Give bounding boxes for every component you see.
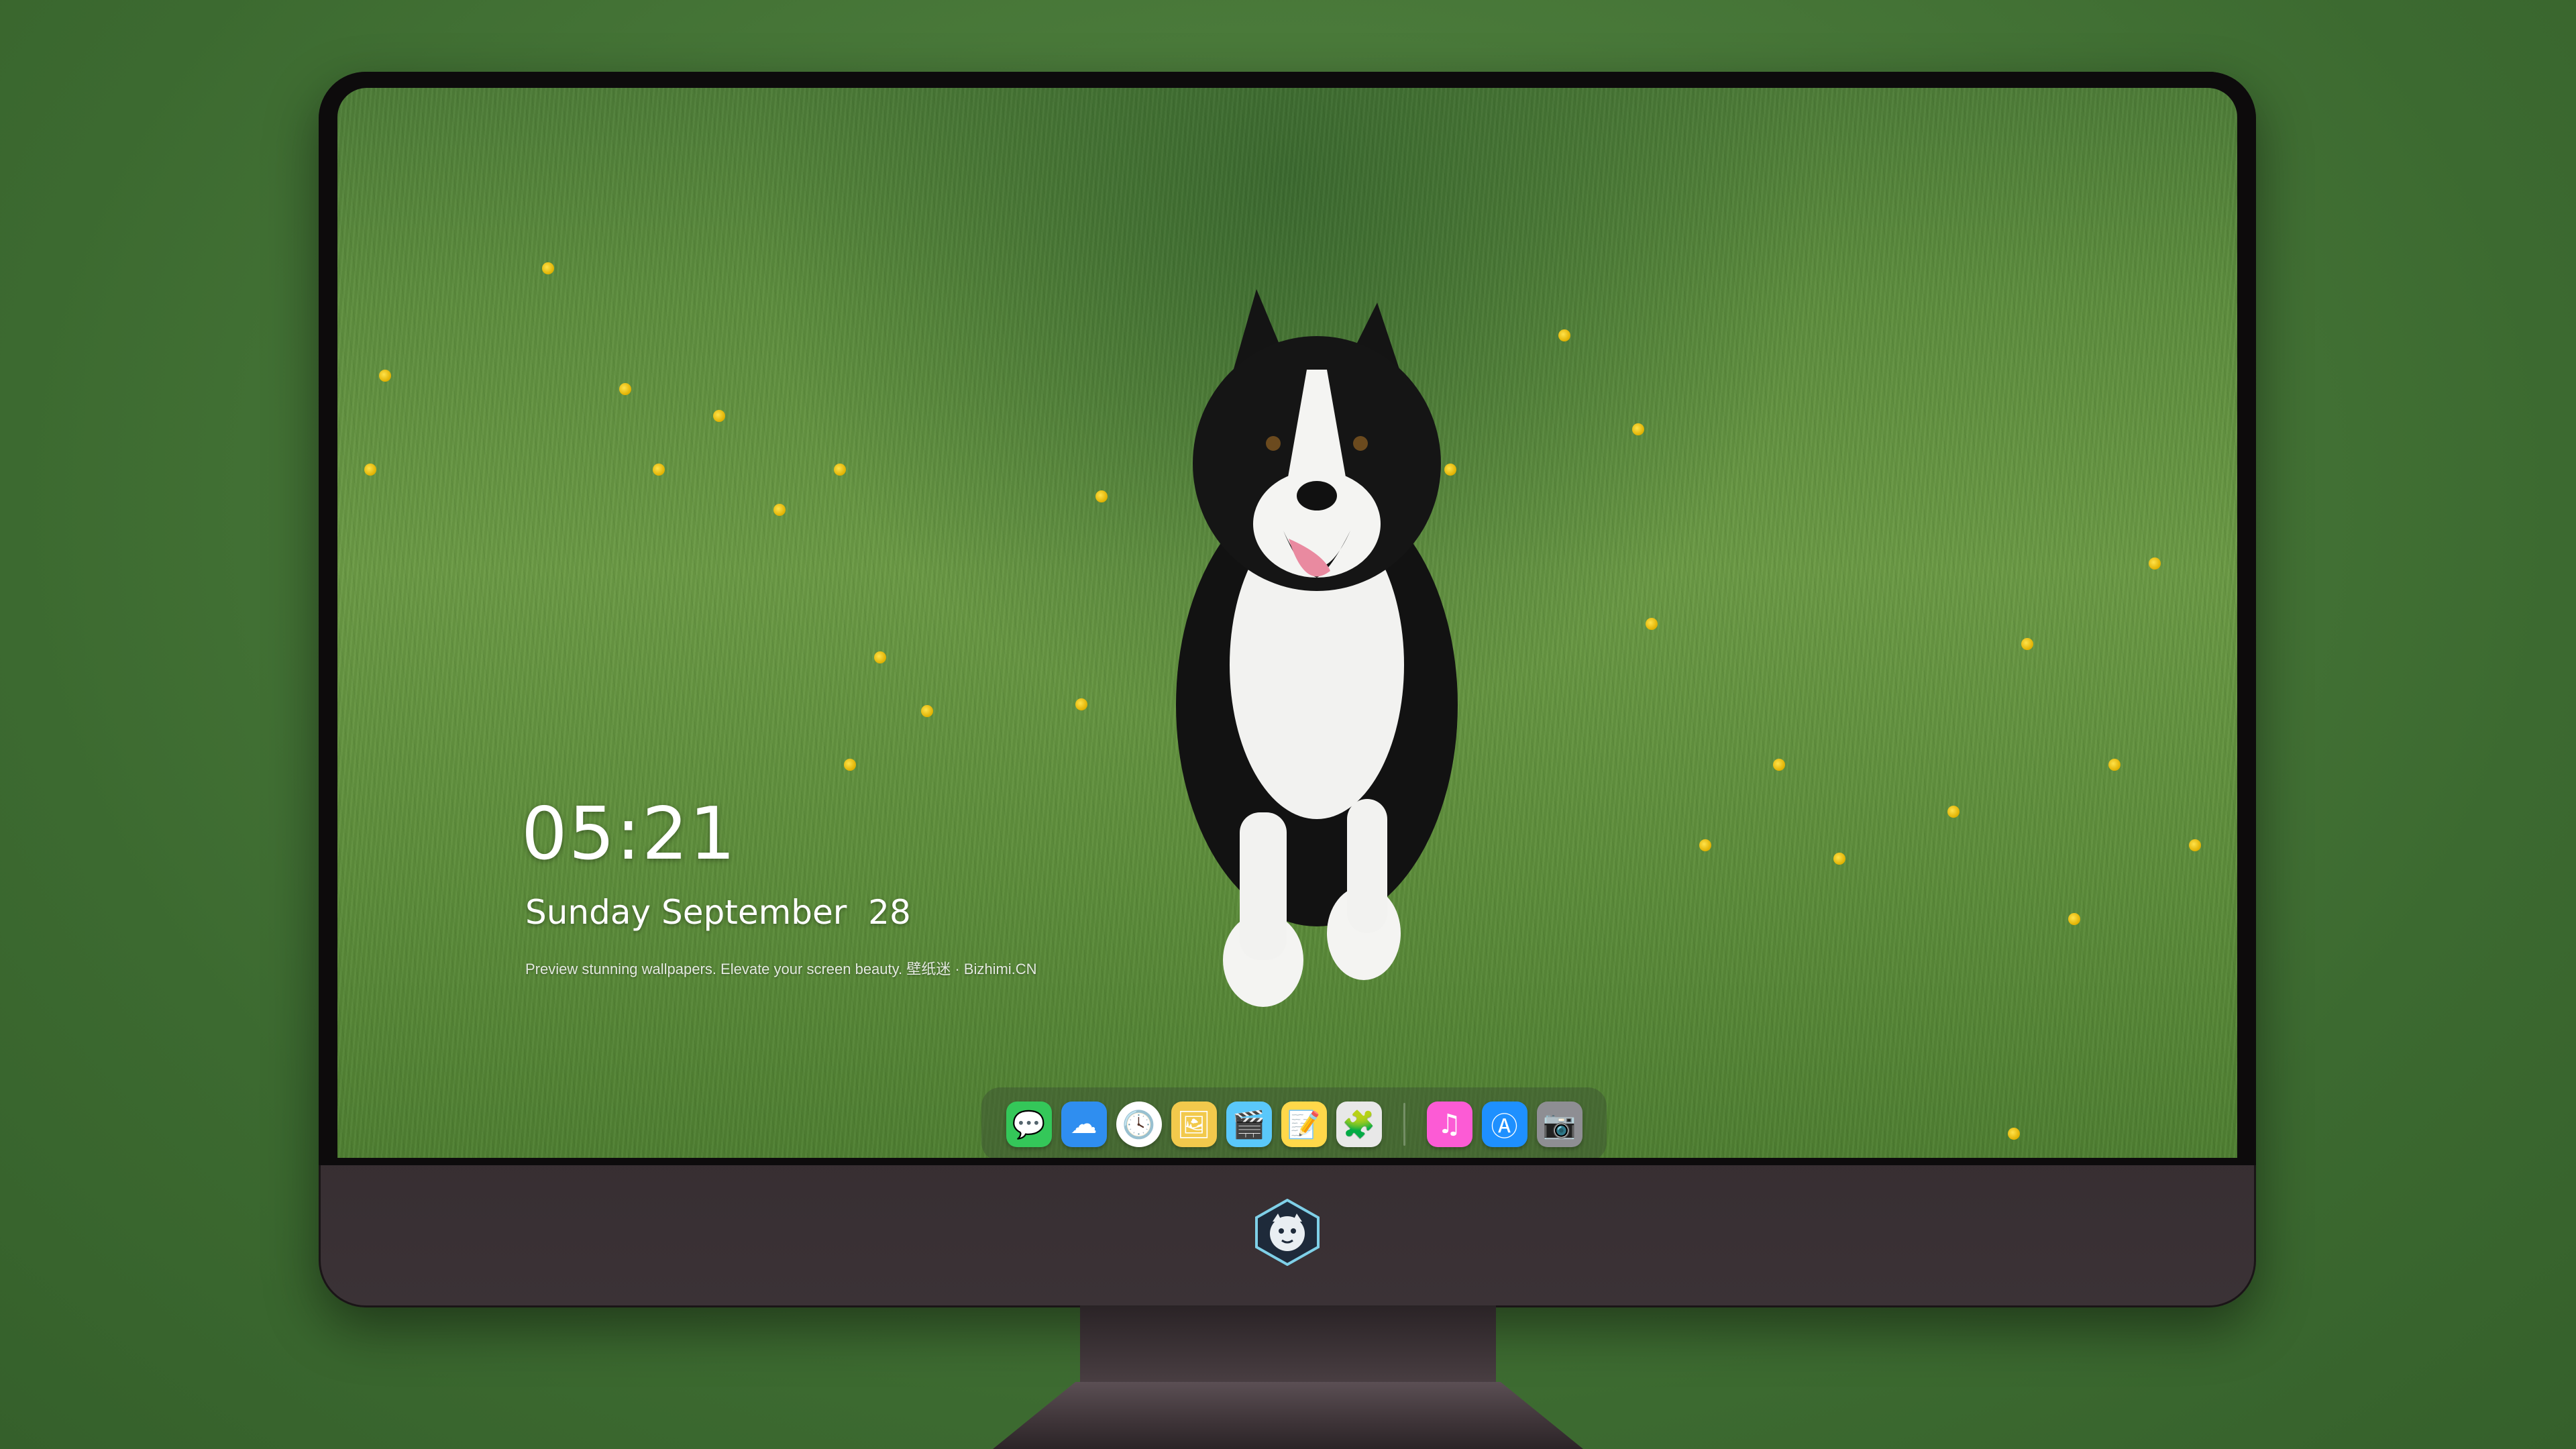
lock-screen-caption: Preview stunning wallpapers. Elevate you… bbox=[525, 961, 1037, 977]
messages-icon[interactable]: 💬 bbox=[1006, 1102, 1052, 1147]
lock-screen-date: Sunday September 28 bbox=[525, 893, 911, 932]
flower-decoration bbox=[1646, 618, 1658, 630]
desktop-background: 05:21 Sunday September 28 Preview stunni… bbox=[0, 0, 2576, 1449]
camera-icon[interactable]: 📷 bbox=[1536, 1102, 1582, 1147]
flower-decoration bbox=[2068, 913, 2080, 925]
lock-screen[interactable]: 05:21 Sunday September 28 Preview stunni… bbox=[337, 88, 2237, 1158]
dog-wallpaper-subject bbox=[1176, 289, 1458, 1007]
flower-decoration bbox=[844, 759, 856, 771]
monitor-frame: 05:21 Sunday September 28 Preview stunni… bbox=[319, 72, 2256, 1307]
monitor-stand-neck bbox=[1080, 1305, 1496, 1386]
flower-decoration bbox=[2189, 839, 2201, 851]
preview-icon[interactable]: 🖼 bbox=[1171, 1102, 1217, 1147]
flower-decoration bbox=[874, 651, 886, 663]
music-icon[interactable]: ♫ bbox=[1426, 1102, 1472, 1147]
lock-screen-time: 05:21 bbox=[521, 792, 737, 876]
flower-decoration bbox=[2108, 759, 2121, 771]
flower-decoration bbox=[653, 464, 665, 476]
weather-icon[interactable]: ☁ bbox=[1061, 1102, 1107, 1147]
flower-decoration bbox=[2149, 557, 2161, 570]
screen-bezel: 05:21 Sunday September 28 Preview stunni… bbox=[319, 72, 2256, 1165]
dock: 💬 ☁ 🕓 🖼 🎬 📝 🧩 ♫ Ⓐ 📷 bbox=[981, 1087, 1607, 1158]
flower-decoration bbox=[2008, 1128, 2020, 1140]
flower-decoration bbox=[773, 504, 786, 516]
monitor-stand-base bbox=[993, 1382, 1583, 1449]
clock-icon[interactable]: 🕓 bbox=[1116, 1102, 1162, 1147]
dock-separator bbox=[1403, 1103, 1405, 1146]
clips-icon[interactable]: 🎬 bbox=[1226, 1102, 1272, 1147]
flower-decoration bbox=[364, 464, 376, 476]
brand-logo-icon bbox=[1255, 1199, 1320, 1266]
flower-decoration bbox=[1632, 423, 1644, 435]
flower-decoration bbox=[921, 705, 933, 717]
photo-booth-icon[interactable]: 🧩 bbox=[1336, 1102, 1382, 1147]
flower-decoration bbox=[2021, 638, 2033, 650]
app-store-icon[interactable]: Ⓐ bbox=[1481, 1102, 1527, 1147]
flower-decoration bbox=[1075, 698, 1087, 710]
flower-decoration bbox=[542, 262, 554, 274]
flower-decoration bbox=[1833, 853, 1845, 865]
flower-decoration bbox=[1773, 759, 1785, 771]
flower-decoration bbox=[713, 410, 725, 422]
flower-decoration bbox=[834, 464, 846, 476]
flower-decoration bbox=[1947, 806, 1960, 818]
flower-decoration bbox=[619, 383, 631, 395]
notes-icon[interactable]: 📝 bbox=[1281, 1102, 1327, 1147]
flower-decoration bbox=[1095, 490, 1108, 502]
flower-decoration bbox=[379, 370, 391, 382]
flower-decoration bbox=[1558, 329, 1570, 341]
flower-decoration bbox=[1699, 839, 1711, 851]
